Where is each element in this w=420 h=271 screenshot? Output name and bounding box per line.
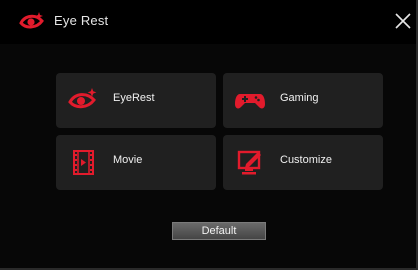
mode-tile-gaming[interactable]: Gaming	[223, 73, 383, 128]
mode-tile-eyerest[interactable]: EyeRest	[56, 73, 216, 128]
mode-tile-customize[interactable]: Customize	[223, 135, 383, 190]
default-button[interactable]: Default	[172, 222, 266, 240]
film-strip-icon	[68, 148, 98, 176]
mode-label: EyeRest	[113, 92, 155, 104]
mode-label: Gaming	[280, 92, 319, 104]
eye-rest-icon	[68, 86, 98, 114]
eye-rest-window: Eye Rest EyeRest Gaming Movie Customize …	[0, 0, 418, 270]
window-title: Eye Rest	[54, 13, 109, 28]
eye-rest-logo-icon	[19, 11, 45, 33]
gamepad-icon	[235, 86, 265, 114]
title-bar: Eye Rest	[0, 0, 416, 44]
close-icon	[395, 13, 411, 29]
close-button[interactable]	[394, 10, 412, 32]
mode-label: Movie	[113, 154, 143, 166]
mode-label: Customize	[280, 154, 332, 166]
edit-monitor-icon	[235, 148, 265, 176]
mode-tile-movie[interactable]: Movie	[56, 135, 216, 190]
